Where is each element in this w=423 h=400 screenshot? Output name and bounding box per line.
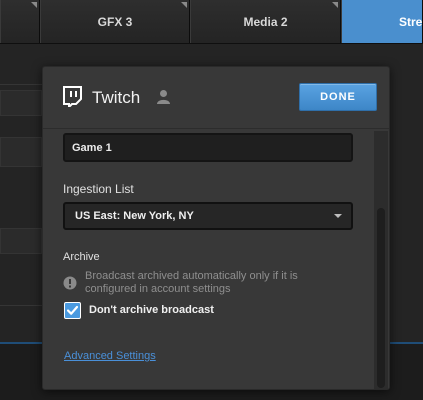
ingestion-select[interactable]: US East: New York, NY (63, 202, 353, 230)
archive-info-text: Broadcast archived automatically only if… (85, 270, 298, 295)
stream-title-input[interactable]: Game 1 (63, 133, 353, 162)
tab-label: GFX 3 (97, 14, 133, 29)
user-icon[interactable] (156, 89, 171, 104)
background-field (0, 90, 42, 116)
background-field (0, 228, 42, 254)
archive-label: Archive (63, 251, 100, 263)
dialog-body: Game 1 Ingestion List US East: New York,… (43, 130, 373, 389)
tab-previous[interactable] (0, 0, 40, 43)
ingestion-selected-value: US East: New York, NY (75, 210, 194, 222)
done-button[interactable]: DONE (299, 83, 377, 111)
background-field (0, 137, 42, 167)
background-divider (0, 305, 42, 306)
ingestion-list-label: Ingestion List (63, 182, 134, 196)
checkmark-icon (66, 305, 79, 315)
tab-label: Strea (399, 14, 423, 29)
stream-settings-dialog: Twitch DONE Game 1 Ingestion List US Eas… (42, 66, 390, 390)
tab-corner-marker (31, 2, 37, 8)
tab-media-2[interactable]: Media 2 (190, 0, 341, 43)
tab-gfx-3[interactable]: GFX 3 (40, 0, 190, 43)
dialog-title: Twitch (92, 88, 141, 107)
dialog-header: Twitch DONE (43, 67, 389, 129)
advanced-settings-link[interactable]: Advanced Settings (64, 350, 156, 362)
tab-corner-marker (332, 2, 338, 8)
tab-corner-marker (181, 2, 187, 8)
background-divider (0, 84, 42, 85)
tab-label: Media 2 (243, 14, 288, 29)
info-icon (63, 276, 77, 290)
dont-archive-checkbox[interactable] (64, 302, 81, 319)
dont-archive-label[interactable]: Don't archive broadcast (89, 304, 214, 316)
tab-strip: GFX 3 Media 2 Strea (0, 0, 423, 44)
chevron-down-icon (334, 214, 342, 218)
tab-stream[interactable]: Strea (341, 0, 423, 43)
dialog-scrollbar-thumb[interactable] (377, 208, 385, 388)
twitch-logo-icon (63, 86, 82, 107)
